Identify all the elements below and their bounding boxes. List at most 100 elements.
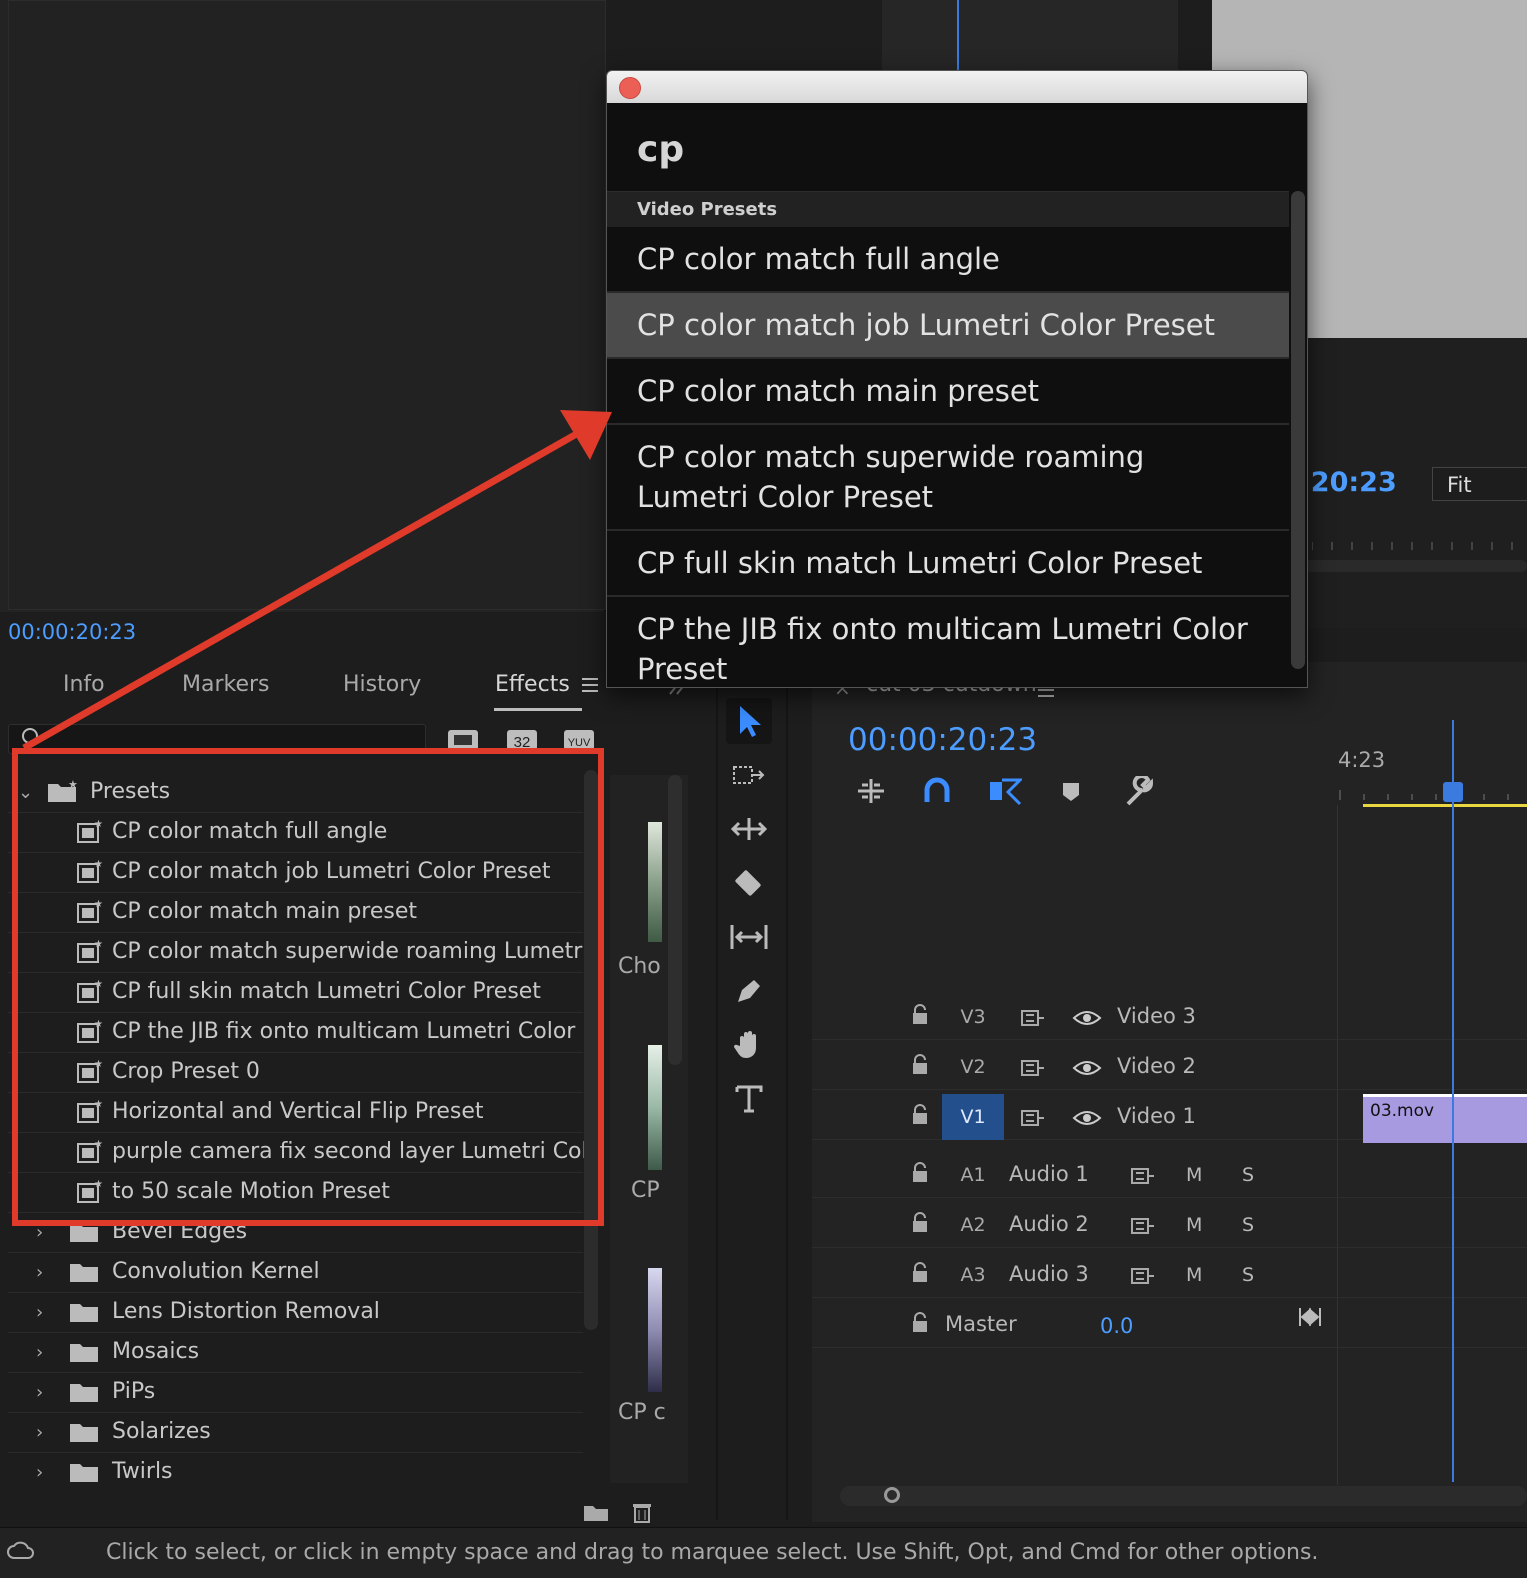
eye-icon[interactable] (1072, 1008, 1102, 1028)
popup-result-item[interactable]: CP color match full angle (607, 227, 1289, 293)
track-target-a3[interactable]: A3 (942, 1252, 1004, 1298)
chevron-right-icon[interactable]: › (36, 1422, 43, 1443)
sync-lock-icon[interactable] (1020, 1008, 1046, 1028)
go-to-end-icon[interactable] (1298, 1306, 1322, 1328)
zoom-handle[interactable] (884, 1487, 900, 1503)
tree-folder[interactable]: › Convolution Kernel (8, 1252, 583, 1293)
track-target-v3[interactable]: V3 (942, 994, 1004, 1040)
sync-lock-icon[interactable] (1020, 1108, 1046, 1128)
ripple-edit-tool[interactable] (726, 806, 772, 852)
tree-folder-label: Solarizes (112, 1419, 211, 1444)
track-target-v2[interactable]: V2 (942, 1044, 1004, 1090)
timeline-playhead[interactable] (1452, 720, 1454, 1482)
tree-folder[interactable]: › Solarizes (8, 1412, 583, 1453)
popup-result-item[interactable]: CP color match main preset (607, 359, 1289, 425)
creative-cloud-icon[interactable] (6, 1538, 36, 1564)
tab-info[interactable]: Info (63, 672, 105, 697)
lock-icon[interactable] (910, 1104, 930, 1126)
search-query-field[interactable]: cp (637, 129, 684, 170)
chevron-right-icon[interactable]: › (36, 1382, 43, 1403)
tab-history[interactable]: History (343, 672, 421, 697)
tree-folder[interactable]: › Mosaics (8, 1332, 583, 1373)
hand-icon (733, 1031, 756, 1058)
chevron-right-icon[interactable]: › (36, 1262, 43, 1283)
lock-icon[interactable] (910, 1054, 930, 1076)
track-target-a1[interactable]: A1 (942, 1152, 1004, 1198)
popup-result-item[interactable]: CP color match superwide roaming Lumetri… (607, 425, 1289, 531)
program-timecode[interactable]: :20:23 (1300, 467, 1397, 498)
eye-icon[interactable] (1072, 1058, 1102, 1078)
solo-button[interactable]: S (1242, 1214, 1254, 1236)
chevron-right-icon[interactable]: › (36, 1462, 43, 1483)
panel-menu-icon[interactable] (580, 676, 600, 694)
sync-lock-icon[interactable] (1130, 1266, 1156, 1286)
section-header-label: Video Presets (637, 199, 778, 220)
timeline-zoom-scrollbar[interactable] (840, 1486, 1527, 1506)
tab-markers[interactable]: Markers (182, 672, 270, 697)
type-tool[interactable] (726, 1076, 772, 1122)
source-timecode[interactable]: 00:00:20:23 (8, 620, 136, 644)
track-target-a2[interactable]: A2 (942, 1202, 1004, 1248)
solo-button[interactable]: S (1242, 1264, 1254, 1286)
playhead-handle[interactable] (1443, 782, 1463, 802)
selection-tool[interactable] (726, 698, 772, 744)
pen-tool[interactable] (726, 968, 772, 1014)
track-name[interactable]: Audio 2 (1009, 1212, 1089, 1236)
track-name[interactable]: Audio 1 (1009, 1162, 1089, 1186)
source-monitor-canvas[interactable] (8, 0, 606, 610)
playhead-line (957, 0, 959, 70)
trash-icon[interactable] (630, 1498, 654, 1524)
tree-folder[interactable]: › Lens Distortion Removal (8, 1292, 583, 1333)
chevron-right-icon[interactable]: › (36, 1342, 43, 1363)
popup-result-item[interactable]: CP the JIB fix onto multicam Lumetri Col… (607, 597, 1289, 687)
track-name[interactable]: Video 3 (1117, 1004, 1196, 1028)
timeline-ruler[interactable] (1338, 788, 1527, 800)
preset-folder-icon (70, 1344, 98, 1362)
wrench-icon[interactable] (1122, 776, 1156, 810)
chevron-right-icon[interactable]: › (36, 1302, 43, 1323)
track-name[interactable]: Audio 3 (1009, 1262, 1089, 1286)
popup-result-item[interactable]: CP full skin match Lumetri Color Preset (607, 531, 1289, 597)
add-marker-icon[interactable] (1060, 780, 1082, 804)
lock-icon[interactable] (910, 1212, 930, 1234)
insert-nest-icon[interactable] (854, 776, 888, 806)
sync-lock-icon[interactable] (1020, 1058, 1046, 1078)
program-scrollbar[interactable] (1300, 560, 1527, 572)
mute-button[interactable]: M (1186, 1214, 1202, 1236)
work-area-bar[interactable] (1363, 804, 1527, 807)
lock-icon[interactable] (910, 1004, 930, 1026)
lock-icon[interactable] (910, 1162, 930, 1184)
zoom-fit-dropdown[interactable]: Fit (1432, 467, 1527, 501)
sync-lock-icon[interactable] (1130, 1216, 1156, 1236)
master-volume-value[interactable]: 0.0 (1100, 1314, 1133, 1338)
program-ruler[interactable] (1312, 540, 1527, 550)
timeline-timecode[interactable]: 00:00:20:23 (848, 722, 1037, 758)
slip-icon (730, 925, 768, 949)
lock-icon[interactable] (910, 1312, 930, 1334)
tree-folder[interactable]: › PiPs (8, 1372, 583, 1413)
mute-button[interactable]: M (1186, 1164, 1202, 1186)
snap-magnet-icon[interactable] (922, 776, 952, 806)
active-tab-indicator (494, 708, 582, 711)
linked-selection-icon[interactable] (988, 776, 1022, 806)
hand-tool[interactable] (726, 1022, 772, 1068)
solo-button[interactable]: S (1242, 1164, 1254, 1186)
eye-icon[interactable] (1072, 1108, 1102, 1128)
slip-tool[interactable] (726, 914, 772, 960)
tab-effects[interactable]: Effects (495, 672, 570, 697)
mute-button[interactable]: M (1186, 1264, 1202, 1286)
strip-scrollbar[interactable] (668, 775, 682, 1065)
tree-folder[interactable]: › Twirls (8, 1452, 583, 1488)
lock-icon[interactable] (910, 1262, 930, 1284)
track-target-v1[interactable]: V1 (942, 1094, 1004, 1140)
track-select-tool[interactable] (726, 752, 772, 798)
popup-titlebar[interactable] (607, 71, 1307, 103)
track-name[interactable]: Video 2 (1117, 1054, 1196, 1078)
new-bin-icon[interactable] (582, 1500, 610, 1524)
popup-scrollbar[interactable] (1291, 191, 1305, 669)
razor-tool[interactable] (726, 860, 772, 906)
track-name[interactable]: Video 1 (1117, 1104, 1196, 1128)
close-button[interactable] (619, 77, 641, 99)
sync-lock-icon[interactable] (1130, 1166, 1156, 1186)
popup-result-item-selected[interactable]: CP color match job Lumetri Color Preset (607, 293, 1289, 359)
